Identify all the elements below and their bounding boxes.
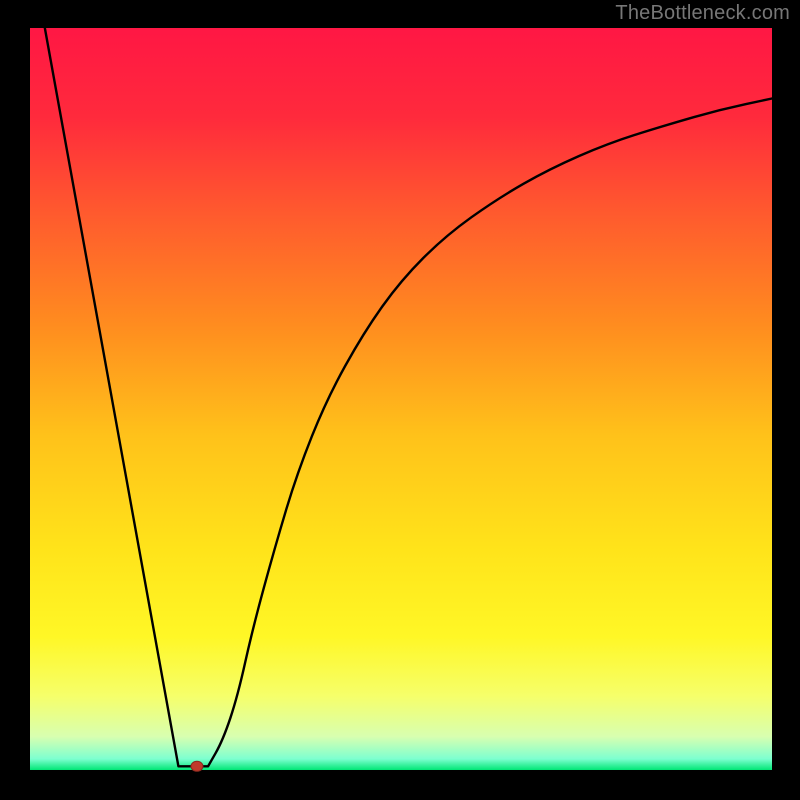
chart-container: TheBottleneck.com [0,0,800,800]
watermark-text: TheBottleneck.com [615,2,790,25]
chart-svg [0,0,800,800]
plot-area [30,28,772,770]
optimum-marker [191,761,203,771]
